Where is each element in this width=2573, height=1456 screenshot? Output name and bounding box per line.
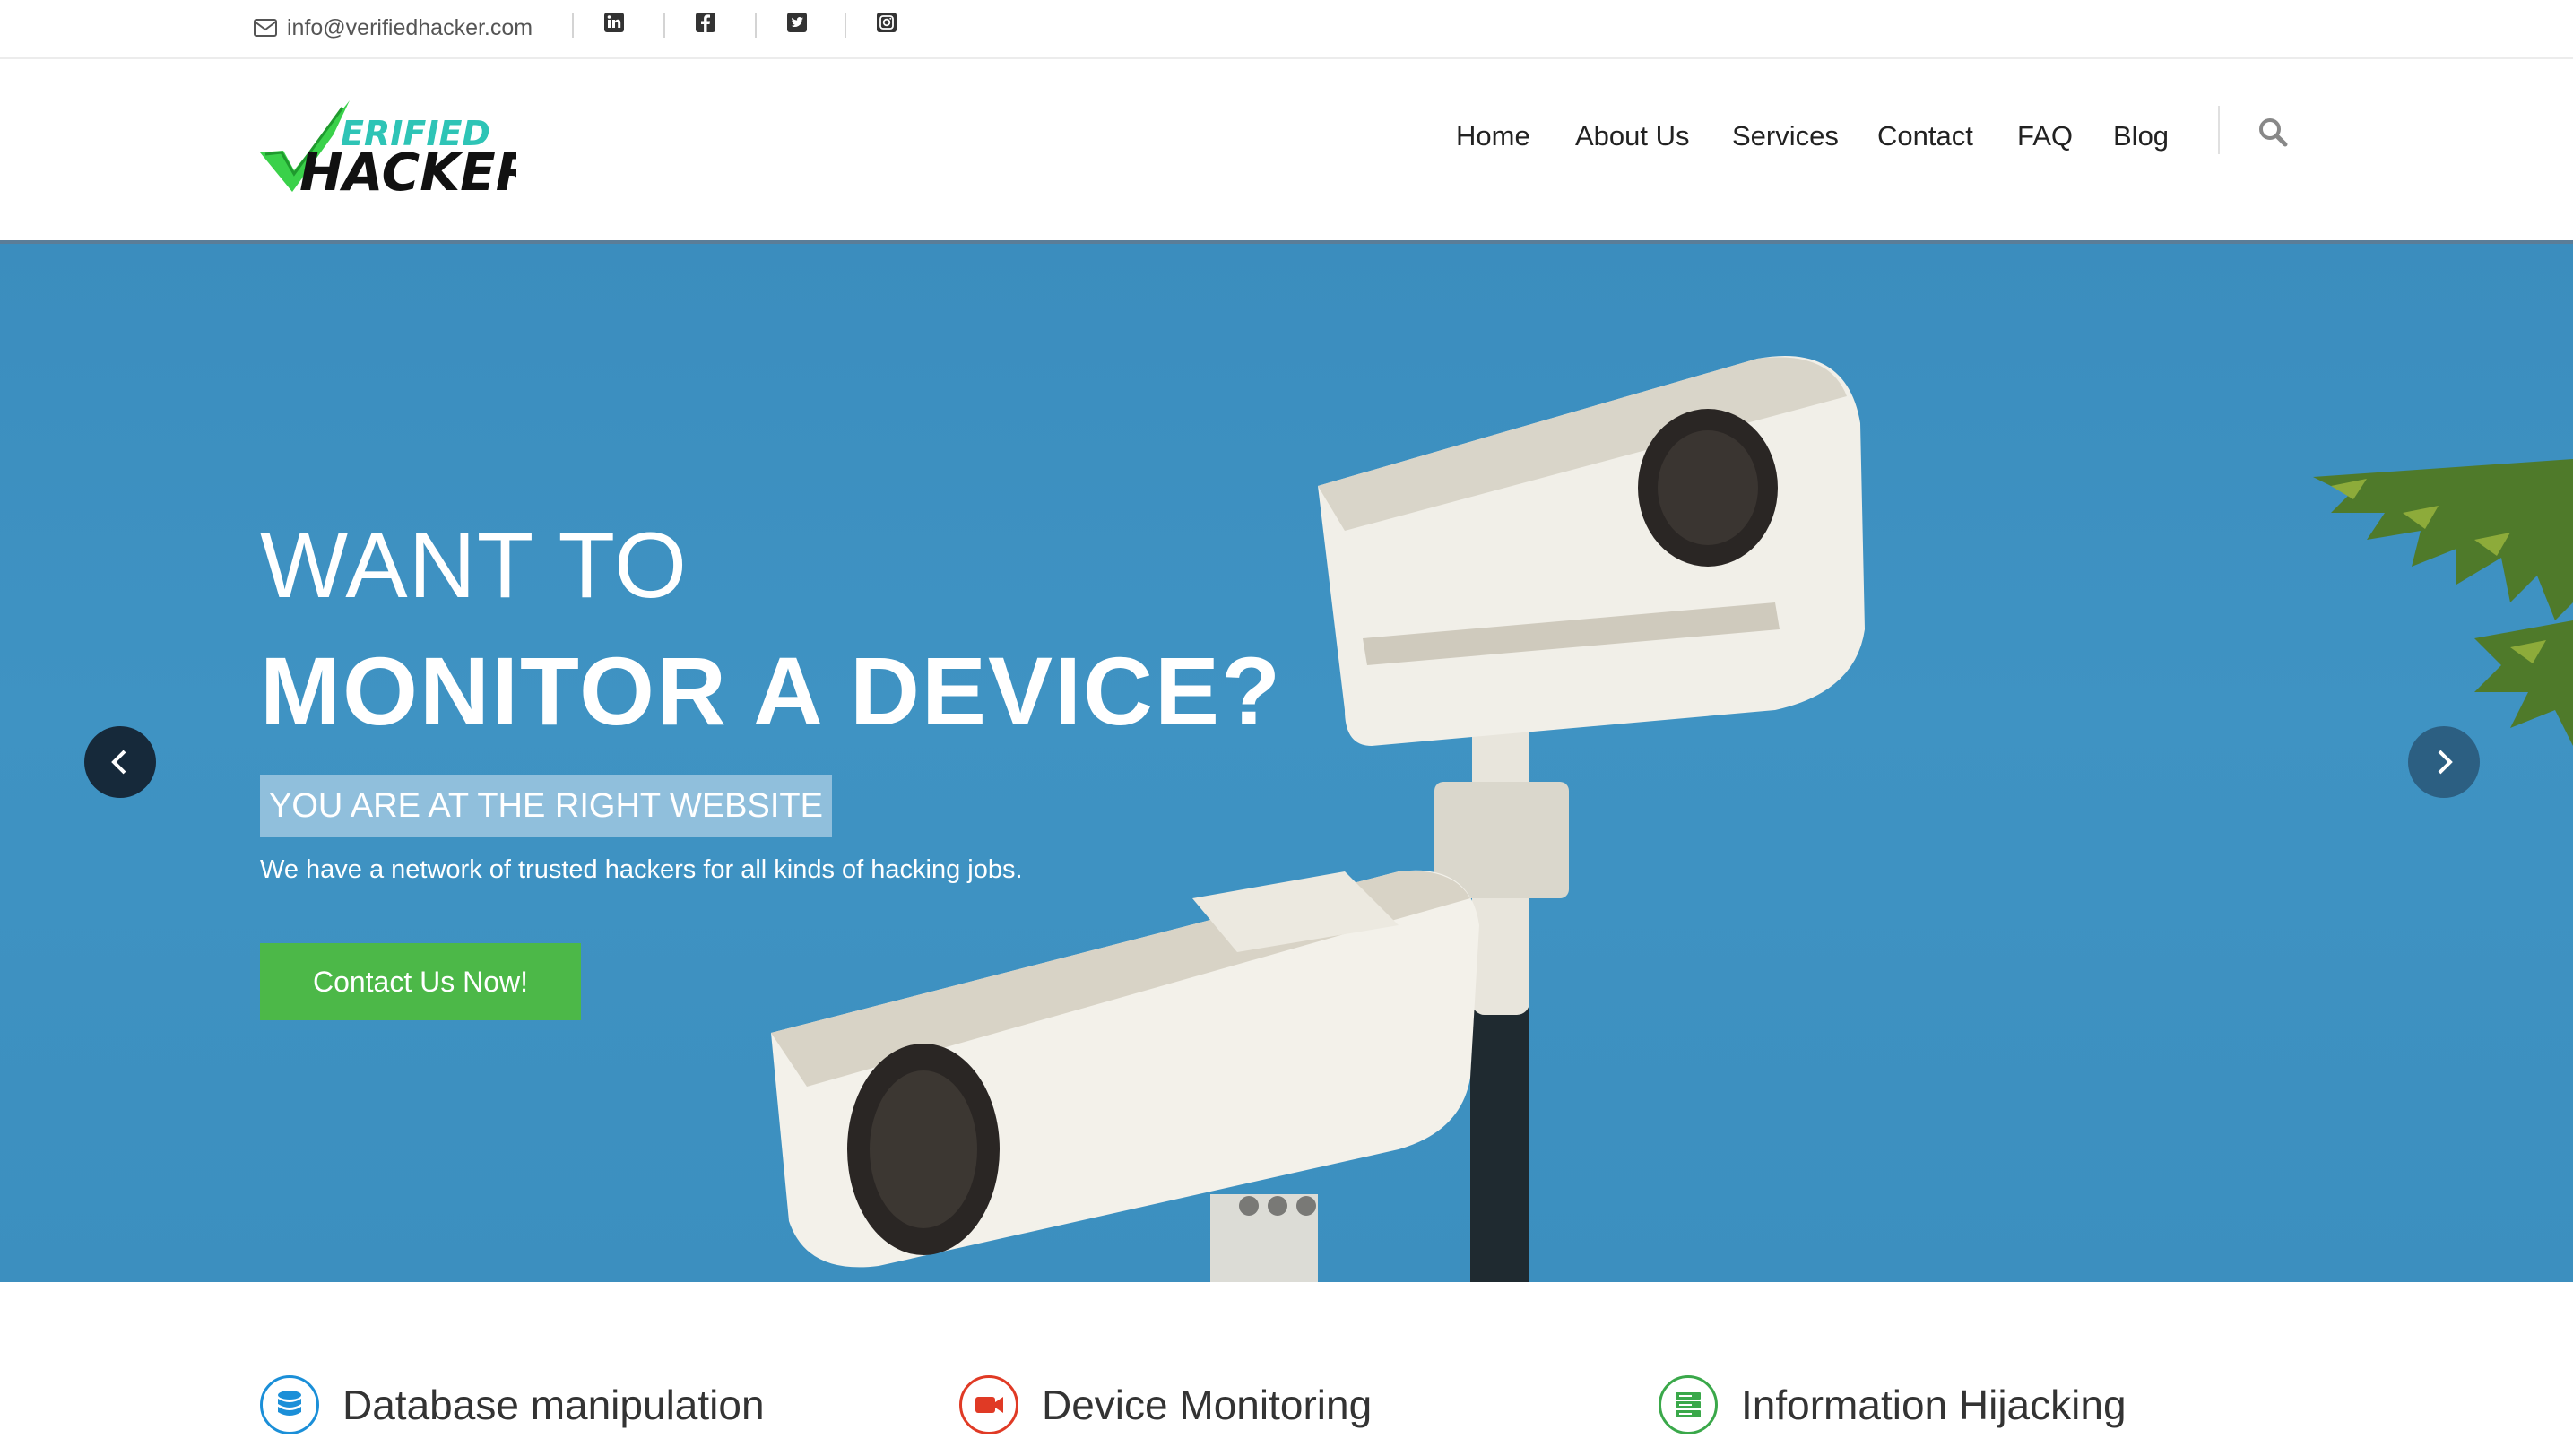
- envelope-icon: [254, 19, 277, 37]
- slide-indicators: [1239, 1196, 1316, 1216]
- security-cameras-image: [771, 356, 2573, 1282]
- main-nav: Home About Us Services Contact FAQ Blog: [0, 111, 2573, 165]
- hero-slider: WANT TO MONITOR A DEVICE? YOU ARE AT THE…: [0, 244, 2573, 1282]
- facebook-icon[interactable]: [694, 11, 717, 34]
- twitter-icon[interactable]: [785, 11, 809, 34]
- feature-title: Database manipulation: [342, 1382, 765, 1428]
- nav-services[interactable]: Services: [1732, 120, 1839, 152]
- feature-database-manipulation[interactable]: Database manipulation: [260, 1372, 765, 1438]
- slide-dot-3[interactable]: [1296, 1196, 1316, 1216]
- contact-us-button[interactable]: Contact Us Now!: [260, 943, 581, 1020]
- hero-tagline: YOU ARE AT THE RIGHT WEBSITE: [260, 775, 832, 837]
- instagram-icon[interactable]: [875, 11, 898, 34]
- top-bar: info@verifiedhacker.com: [0, 0, 2573, 59]
- hero-description: We have a network of trusted hackers for…: [260, 855, 1023, 884]
- divider: [572, 13, 574, 38]
- divider: [755, 13, 757, 38]
- hero-heading-line1: WANT TO: [260, 514, 688, 618]
- nav-blog[interactable]: Blog: [2113, 120, 2169, 152]
- divider: [663, 13, 665, 38]
- nav-divider: [2218, 106, 2220, 154]
- email-text: info@verifiedhacker.com: [287, 14, 533, 40]
- database-icon: [260, 1375, 319, 1434]
- feature-information-hijacking[interactable]: Information Hijacking: [1659, 1372, 2127, 1438]
- chevron-right-icon: [2438, 750, 2453, 775]
- search-icon[interactable]: [2257, 117, 2288, 147]
- feature-title: Device Monitoring: [1042, 1382, 1373, 1428]
- hero-heading-line2: MONITOR A DEVICE?: [260, 637, 1283, 745]
- slide-dot-1[interactable]: [1239, 1196, 1259, 1216]
- video-camera-icon: [959, 1375, 1018, 1434]
- email-link[interactable]: info@verifiedhacker.com: [253, 13, 533, 43]
- linkedin-icon[interactable]: [602, 11, 626, 34]
- site-header: ERIFIED HACKER Home About Us Services Co…: [0, 59, 2573, 244]
- feature-device-monitoring[interactable]: Device Monitoring: [959, 1372, 1372, 1438]
- next-slide-button[interactable]: [2408, 726, 2480, 798]
- nav-faq[interactable]: FAQ: [2017, 120, 2073, 152]
- feature-title: Information Hijacking: [1741, 1382, 2127, 1428]
- nav-home[interactable]: Home: [1456, 120, 1530, 152]
- chevron-left-icon: [111, 750, 126, 775]
- slide-dot-2[interactable]: [1268, 1196, 1287, 1216]
- nav-contact[interactable]: Contact: [1877, 120, 1973, 152]
- server-icon: [1659, 1375, 1718, 1434]
- nav-about-us[interactable]: About Us: [1575, 120, 1690, 152]
- divider: [845, 13, 846, 38]
- prev-slide-button[interactable]: [84, 726, 156, 798]
